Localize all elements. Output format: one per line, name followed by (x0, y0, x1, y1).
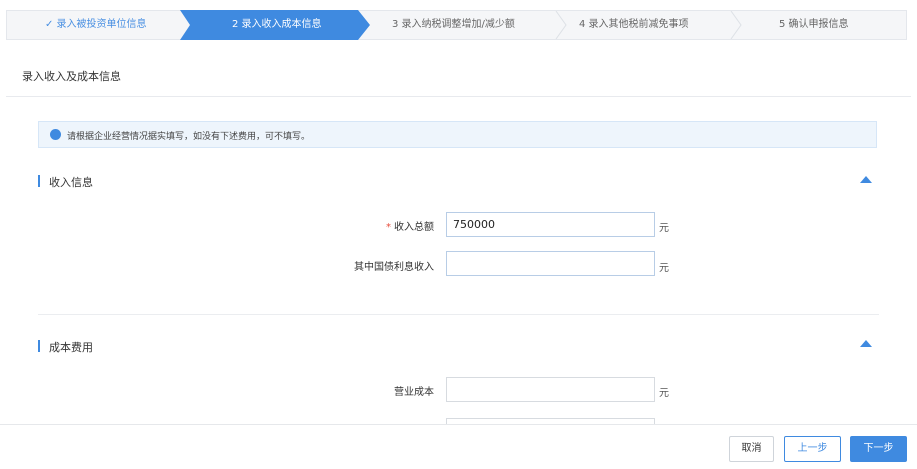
notice-banner: 请根据企业经营情况据实填写，如没有下述费用，可不填写。 (38, 121, 877, 148)
income-section-title: 收入信息 (49, 176, 93, 189)
step-wizard: ✓ 录入被投资单位信息 2 录入收入成本信息 3 录入纳税调整增加/减少额 4 … (6, 10, 907, 40)
treasury-interest-input[interactable] (446, 251, 655, 276)
step-separator-icon (730, 11, 742, 39)
collapse-cost-icon[interactable] (860, 340, 872, 347)
collapse-income-icon[interactable] (860, 176, 872, 183)
next-step-button[interactable]: 下一步 (850, 436, 907, 462)
required-mark: * (386, 222, 391, 233)
info-icon (50, 129, 61, 140)
section-separator (38, 314, 879, 315)
treasury-interest-unit: 元 (659, 263, 669, 274)
total-income-label: * 收入总额 (386, 222, 434, 233)
footer-bar (0, 424, 917, 469)
cancel-button[interactable]: 取消 (729, 436, 774, 462)
section-marker (38, 340, 40, 352)
step-1-investee-info[interactable]: ✓ 录入被投资单位信息 (45, 11, 147, 39)
step-4-pre-tax-exemption[interactable]: 4 录入其他税前减免事项 (579, 11, 689, 39)
cost-section-title: 成本费用 (49, 341, 93, 354)
step-5-confirm-declaration[interactable]: 5 确认申报信息 (779, 11, 849, 39)
operating-cost-label: 营业成本 (394, 387, 434, 398)
total-income-input[interactable] (446, 212, 655, 237)
form-panel: 录入收入及成本信息 (6, 52, 911, 424)
step-2-income-cost[interactable]: 2 录入收入成本信息 (232, 11, 322, 39)
panel-title: 录入收入及成本信息 (22, 70, 121, 83)
previous-step-button[interactable]: 上一步 (784, 436, 841, 462)
operating-cost-input[interactable] (446, 377, 655, 402)
total-income-unit: 元 (659, 223, 669, 234)
notice-text: 请根据企业经营情况据实填写，如没有下述费用，可不填写。 (67, 132, 311, 142)
step-3-tax-adjustment[interactable]: 3 录入纳税调整增加/减少额 (392, 11, 515, 39)
operating-cost-unit: 元 (659, 388, 669, 399)
panel-divider (6, 96, 911, 97)
treasury-interest-label: 其中国债利息收入 (354, 262, 434, 273)
section-marker (38, 175, 40, 187)
step-separator-icon (555, 11, 567, 39)
